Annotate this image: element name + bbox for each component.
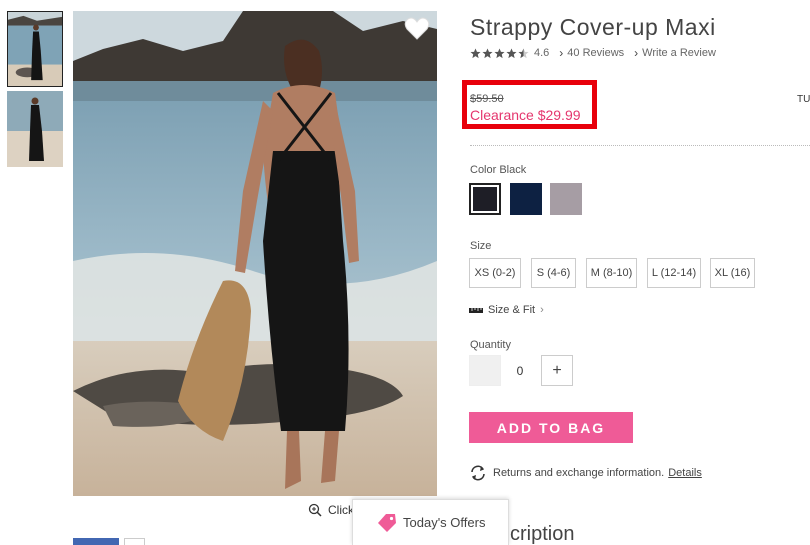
zoom-icon xyxy=(308,503,322,517)
facebook-share-button[interactable] xyxy=(73,538,119,545)
color-swatch-black[interactable] xyxy=(469,183,501,215)
quantity-value[interactable]: 0 xyxy=(506,364,534,378)
zoom-control[interactable]: Click xyxy=(308,503,354,517)
main-product-photo[interactable] xyxy=(73,11,437,496)
product-title: Strappy Cover-up Maxi xyxy=(470,14,716,40)
quantity-decrement-button[interactable] xyxy=(469,355,501,386)
ruler-icon xyxy=(469,307,483,313)
size-fit-label: Size & Fit xyxy=(488,304,536,316)
star-icon xyxy=(494,47,505,58)
quantity-increment-button[interactable]: + xyxy=(541,355,573,386)
size-option-xl[interactable]: XL (16) xyxy=(710,258,755,288)
exchange-arrows-icon xyxy=(471,465,485,481)
description-heading[interactable]: cription xyxy=(510,523,574,545)
todays-offers-tab[interactable]: Today's Offers xyxy=(352,499,509,545)
price-tag-icon xyxy=(378,513,396,532)
size-option-m[interactable]: M (8-10) xyxy=(586,258,637,288)
size-fit-link[interactable]: Size & Fit › xyxy=(469,304,544,316)
heart-icon[interactable] xyxy=(404,17,430,41)
star-icon xyxy=(482,47,493,58)
color-label: Color Black xyxy=(470,164,527,176)
chevron-right-icon: › xyxy=(559,46,564,60)
original-price: $59.50 xyxy=(470,93,504,105)
reviews-link[interactable]: 40 Reviews xyxy=(567,47,624,59)
returns-text: Returns and exchange information. xyxy=(493,467,665,479)
thumbnail-2[interactable] xyxy=(7,91,63,167)
chevron-right-icon: › xyxy=(634,46,639,60)
color-swatch-taupe[interactable] xyxy=(550,183,582,215)
size-label: Size xyxy=(470,240,492,252)
color-swatch-navy[interactable] xyxy=(510,183,542,215)
rating-value: 4.6 xyxy=(534,47,550,59)
star-rating xyxy=(470,47,529,59)
zoom-text: Click xyxy=(328,503,354,517)
todays-offers-label: Today's Offers xyxy=(403,515,486,530)
size-option-l[interactable]: L (12-14) xyxy=(647,258,701,288)
write-review-link[interactable]: Write a Review xyxy=(642,47,716,59)
share-button[interactable] xyxy=(124,538,145,545)
half-star-icon xyxy=(518,47,529,58)
divider xyxy=(470,145,810,146)
size-option-xs[interactable]: XS (0-2) xyxy=(469,258,521,288)
thumbnail-1[interactable] xyxy=(7,11,63,87)
truncated-text: TU xyxy=(797,94,810,105)
rating-row: 4.6 › 40 Reviews › Write a Review xyxy=(470,46,726,60)
size-option-s[interactable]: S (4-6) xyxy=(531,258,576,288)
star-icon xyxy=(506,47,517,58)
details-link[interactable]: Details xyxy=(668,467,702,479)
add-to-bag-button[interactable]: ADD TO BAG xyxy=(469,412,633,443)
clearance-price: Clearance $29.99 xyxy=(470,107,581,123)
quantity-label: Quantity xyxy=(470,339,511,351)
star-icon xyxy=(470,47,481,58)
price-highlight-box: $59.50 Clearance $29.99 xyxy=(462,80,597,129)
returns-info: Returns and exchange information. Detail… xyxy=(469,465,702,481)
chevron-right-icon: › xyxy=(540,304,544,316)
